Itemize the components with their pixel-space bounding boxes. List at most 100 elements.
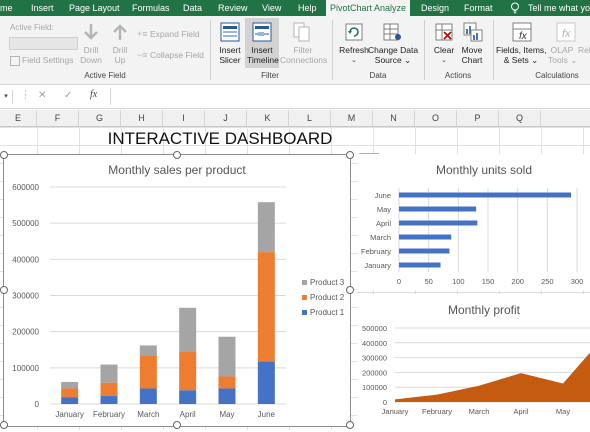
tell-me-search[interactable]: Tell me what you	[528, 0, 590, 16]
expand-field-button[interactable]: Expand Field	[150, 29, 200, 39]
column-header-row: E F G H I J K L M N O P Q	[0, 110, 590, 127]
y-tick-label: 0	[383, 398, 387, 407]
x-tick-label: February	[93, 410, 125, 419]
column-header-h[interactable]: H	[121, 110, 163, 126]
group-active-field-label: Active Field	[84, 71, 126, 80]
resize-handle[interactable]	[0, 421, 8, 429]
drill-down-button[interactable]: Drill Down	[79, 45, 103, 65]
tab-review[interactable]: Review	[218, 0, 248, 16]
fields-items-sets-button[interactable]: Fields, Items, & Sets ⌄	[496, 45, 547, 65]
resize-handle[interactable]	[0, 286, 8, 294]
legend-label: Product 1	[310, 308, 345, 317]
resize-handle[interactable]	[346, 151, 354, 159]
filter-connections-icon	[293, 22, 311, 44]
drill-down-icon	[83, 23, 99, 43]
y-tick-label: 500000	[362, 324, 387, 333]
clear-icon	[434, 22, 454, 44]
insert-slicer-button[interactable]: Insert Slicer	[216, 45, 244, 65]
bar	[399, 206, 477, 212]
group-separator	[210, 20, 211, 80]
y-tick-label: May	[377, 205, 391, 214]
x-tick-label: March	[137, 410, 159, 419]
tab-data[interactable]: Data	[183, 0, 203, 16]
tab-page-layout[interactable]: Page Layout	[69, 0, 120, 16]
field-settings-button[interactable]: Field Settings	[22, 55, 74, 65]
y-tick-label: 100000	[362, 383, 387, 392]
svg-text:fx: fx	[519, 31, 528, 42]
cancel-icon[interactable]: ✕	[38, 90, 46, 101]
olap-tools-button[interactable]: OLAP Tools ⌄	[548, 45, 577, 65]
bar-segment	[218, 336, 236, 377]
filter-connections-label-2: Connections	[280, 55, 328, 65]
bar-segment	[61, 381, 79, 389]
formula-input[interactable]	[110, 88, 590, 105]
clear-dropdown-icon[interactable]: ⌄	[441, 56, 447, 64]
column-header-i[interactable]: I	[163, 110, 205, 126]
resize-handle[interactable]	[0, 151, 8, 159]
column-header-p[interactable]: P	[457, 110, 499, 126]
bar-segment	[139, 355, 157, 389]
area-series	[395, 352, 590, 402]
tab-format[interactable]: Format	[464, 0, 494, 16]
column-header-k[interactable]: K	[247, 110, 289, 126]
refresh-dropdown-icon[interactable]: ⌄	[351, 56, 357, 64]
sales-chart-svg: Monthly sales per product 0 100000 200000 3…	[12, 163, 345, 419]
refresh-button[interactable]: Refresh	[339, 45, 369, 55]
formula-bar: ▾ ⋮ ✕ ✓ fx	[0, 86, 590, 109]
units-chart[interactable]: Monthly units sold 0 50 100 150 200 250 300 Jan…	[357, 154, 590, 290]
fields-items-label-2: & Sets	[503, 55, 529, 65]
tab-home[interactable]: me	[0, 0, 18, 16]
x-tick-label: May	[556, 407, 570, 416]
column-header-n[interactable]: N	[373, 110, 415, 126]
column-header-g[interactable]: G	[79, 110, 121, 126]
column-header-o[interactable]: O	[415, 110, 457, 126]
x-tick-label: 0	[397, 277, 401, 286]
move-chart-label-2: Chart	[461, 55, 483, 65]
column-header-q[interactable]: Q	[499, 110, 541, 126]
tab-view[interactable]: View	[262, 0, 284, 16]
name-box-dropdown-icon[interactable]: ▾	[0, 90, 13, 104]
drill-up-button[interactable]: Drill Up	[108, 45, 132, 65]
tab-help[interactable]: Help	[298, 0, 318, 16]
insert-timeline-button[interactable]: Insert Timeline	[247, 45, 279, 65]
profit-chart[interactable]: Monthly profit 0 100000 200000 300000 400000…	[357, 294, 590, 430]
group-data-label: Data	[369, 71, 387, 80]
insert-slicer-label-2: Slicer	[219, 55, 241, 65]
resize-handle[interactable]	[173, 151, 181, 159]
column-header-f[interactable]: F	[37, 110, 79, 126]
fields-items-sets-icon: fx	[512, 22, 532, 44]
resize-handle[interactable]	[173, 421, 181, 429]
enter-icon[interactable]: ✓	[64, 90, 72, 101]
insert-function-icon[interactable]: fx	[90, 89, 97, 100]
y-tick-label: 100000	[12, 364, 39, 373]
dashboard-title: INTERACTIVE DASHBOARD	[107, 129, 333, 148]
column-header-l[interactable]: L	[289, 110, 331, 126]
y-tick-label: March	[370, 233, 391, 242]
filter-connections-button[interactable]: Filter Connections	[280, 45, 328, 65]
column-header-e[interactable]: E	[0, 110, 37, 126]
sales-chart-title: Monthly sales per product	[108, 163, 246, 177]
column-header-j[interactable]: J	[205, 110, 247, 126]
tab-design[interactable]: Design	[421, 0, 449, 16]
svg-text:fx: fx	[562, 28, 571, 40]
tab-formulas[interactable]: Formulas	[132, 0, 172, 16]
move-chart-button[interactable]: Move Chart	[458, 45, 486, 65]
change-data-label-2: Source	[374, 55, 402, 65]
resize-handle[interactable]	[346, 286, 354, 294]
change-data-source-button[interactable]: Change Data Source ⌄	[368, 45, 418, 65]
chart-divider	[357, 292, 590, 293]
drill-up-label-2: Up	[114, 55, 126, 65]
clear-button[interactable]: Clear	[430, 45, 458, 55]
tab-pivotchart-analyze[interactable]: PivotChart Analyze	[326, 0, 410, 16]
collapse-field-button[interactable]: Collapse Field	[150, 50, 204, 60]
resize-handle[interactable]	[346, 421, 354, 429]
bar-segment	[139, 345, 157, 356]
column-header-m[interactable]: M	[331, 110, 373, 126]
active-field-input[interactable]	[9, 37, 78, 50]
bar	[399, 248, 450, 254]
relationships-button[interactable]: Rel	[578, 45, 590, 55]
formula-bar-grip: ⋮	[20, 89, 31, 101]
sales-chart[interactable]: Monthly sales per product 0 100000 200000 3…	[3, 154, 351, 427]
x-tick-label: 100	[452, 277, 465, 286]
tab-insert[interactable]: Insert	[31, 0, 57, 16]
